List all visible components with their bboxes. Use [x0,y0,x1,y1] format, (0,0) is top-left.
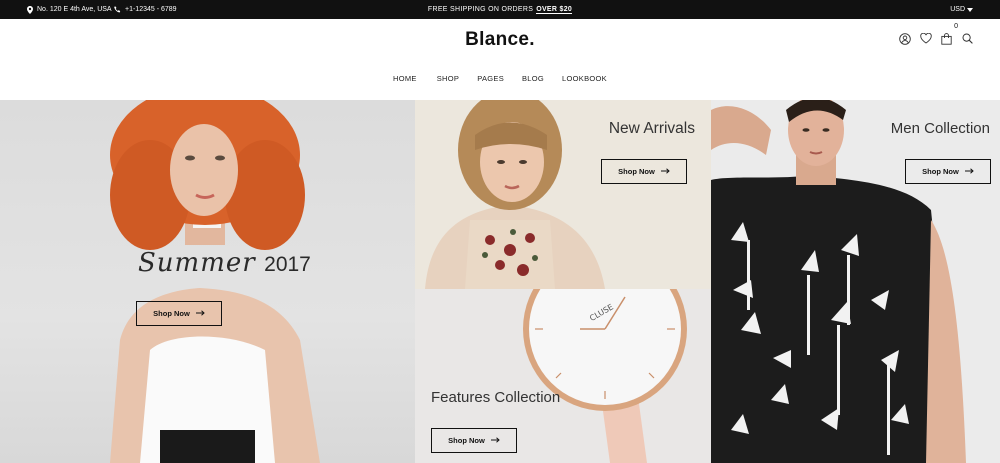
arrow-right-icon [490,436,500,445]
arrow-right-icon [964,167,974,176]
site-logo[interactable]: Blance. [0,29,1000,51]
shop-now-label: Shop Now [618,167,655,176]
new-arrivals-banner[interactable]: New Arrivals Shop Now [415,100,711,289]
nav-blog[interactable]: BLOG [522,74,544,83]
men-shop-now-button[interactable]: Shop Now [905,159,991,184]
men-collection-banner[interactable]: Men Collection Shop Now [711,100,1000,463]
bag-icon[interactable]: 0 [940,23,958,45]
cart-count: 0 [954,23,958,30]
new-arrivals-shop-now-button[interactable]: Shop Now [601,159,687,184]
shipping-text: FREE SHIPPING ON ORDERS [427,6,534,13]
nav-pages[interactable]: PAGES [477,74,504,83]
shipping-notice: FREE SHIPPING ON ORDERS OVER $20 [0,0,1000,19]
summer-shop-now-button[interactable]: Shop Now [136,301,222,326]
nav-lookbook[interactable]: LOOKBOOK [562,74,607,83]
shop-now-label: Shop Now [448,436,485,445]
chevron-down-icon [967,7,973,12]
arrow-right-icon [195,309,205,318]
top-bar: No. 120 E 4th Ave, USA +1-12345 - 6789 F… [0,0,1000,19]
summer-title: Summer 2017 [138,248,311,278]
summer-title-year: 2017 [264,253,311,276]
currency-label: USD [950,6,965,13]
currency-select[interactable]: USD [950,0,973,19]
arrow-right-icon [660,167,670,176]
nav-home[interactable]: HOME [393,74,417,83]
header-icons: 0 [898,23,974,45]
features-shop-now-button[interactable]: Shop Now [431,428,517,453]
features-collection-title: Features Collection [431,389,561,406]
main-nav: HOME SHOP PAGES BLOG LOOKBOOK [0,74,1000,83]
nav-shop[interactable]: SHOP [437,74,459,83]
features-collection-banner[interactable]: CLUSE Features Collection Shop Now [415,289,711,463]
user-icon[interactable] [898,32,911,45]
heart-icon[interactable] [919,32,932,45]
summer-title-script: Summer [138,248,256,278]
model-woman-red-hair-image [110,100,320,463]
men-collection-title: Men Collection [890,120,990,137]
model-man-palm-shirt-image [711,100,966,463]
shop-now-label: Shop Now [153,309,190,318]
summer-banner[interactable]: Summer 2017 Shop Now [0,100,415,463]
shop-now-label: Shop Now [922,167,959,176]
search-icon[interactable] [961,32,974,45]
shipping-highlight: OVER $20 [536,5,573,14]
new-arrivals-title: New Arrivals [608,120,695,137]
